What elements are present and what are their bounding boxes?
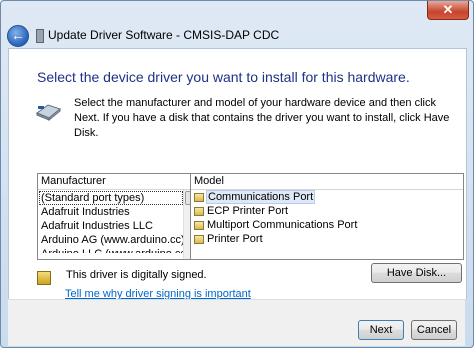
model-label: Communications Port	[205, 190, 316, 204]
list-item[interactable]: Arduino LLC (www.arduino.cc)	[38, 247, 195, 253]
cancel-button[interactable]: Cancel	[411, 320, 457, 340]
usb-device-icon	[36, 29, 44, 43]
back-button[interactable]: ←	[7, 25, 29, 47]
driver-folder-icon	[194, 206, 204, 216]
manufacturer-listbox[interactable]: Manufacturer (Standard port types) Adafr…	[37, 173, 196, 260]
list-item[interactable]: Multiport Communications Port	[191, 218, 463, 232]
instructions-text: Select the manufacturer and model of you…	[74, 97, 450, 139]
close-button[interactable]: ✕	[427, 1, 469, 20]
title-bar: ✕ ← Update Driver Software - CMSIS-DAP C…	[1, 1, 473, 47]
manufacturer-column-header[interactable]: Manufacturer	[38, 174, 195, 190]
driver-folder-icon	[194, 220, 204, 230]
list-item[interactable]: ECP Printer Port	[191, 204, 463, 218]
signing-status: This driver is digitally signed.	[66, 269, 207, 281]
signed-shield-icon	[37, 271, 51, 285]
list-item[interactable]: Adafruit Industries	[38, 205, 195, 219]
hardware-device-icon	[35, 104, 62, 121]
list-item[interactable]: Arduino AG (www.arduino.cc)	[38, 233, 195, 247]
driver-folder-icon	[194, 234, 204, 244]
button-bar: Next Cancel	[8, 299, 465, 346]
have-disk-button[interactable]: Have Disk...	[371, 263, 462, 283]
list-item[interactable]: Communications Port	[191, 190, 463, 204]
driver-folder-icon	[194, 192, 204, 202]
model-label: ECP Printer Port	[207, 205, 289, 217]
list-item[interactable]: Printer Port	[191, 232, 463, 246]
model-label: Printer Port	[207, 233, 263, 245]
next-button[interactable]: Next	[358, 320, 404, 340]
model-listbox[interactable]: Model Communications Port ECP Printer Po…	[190, 173, 464, 260]
model-column-header[interactable]: Model	[191, 174, 463, 190]
window-title: Update Driver Software - CMSIS-DAP CDC	[48, 28, 280, 42]
list-item[interactable]: (Standard port types)	[39, 191, 183, 205]
wizard-content: Select the device driver you want to ins…	[8, 48, 467, 300]
list-item[interactable]: Adafruit Industries LLC	[38, 219, 195, 233]
back-arrow-icon: ←	[11, 27, 25, 43]
update-driver-window: ✕ ← Update Driver Software - CMSIS-DAP C…	[0, 0, 474, 348]
page-heading: Select the device driver you want to ins…	[37, 69, 410, 85]
model-label: Multiport Communications Port	[207, 219, 358, 231]
